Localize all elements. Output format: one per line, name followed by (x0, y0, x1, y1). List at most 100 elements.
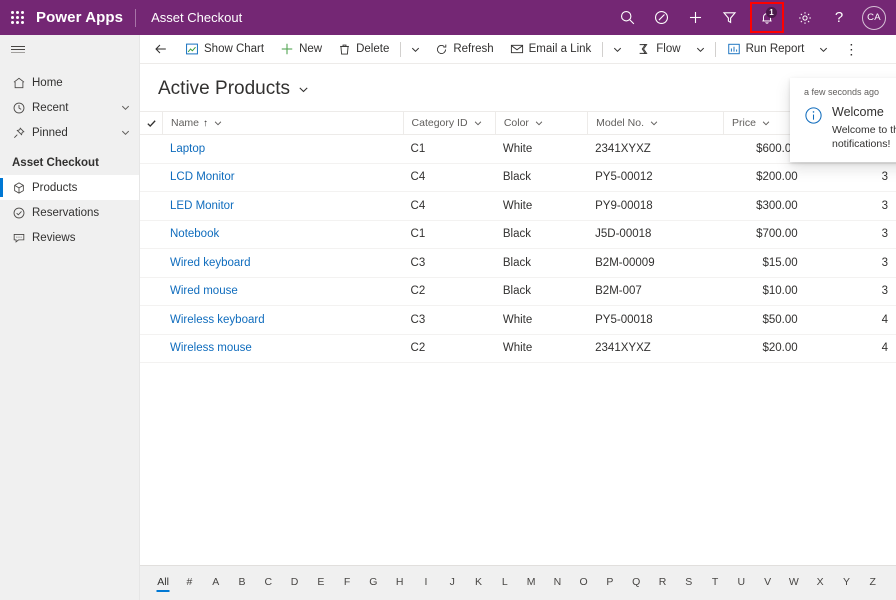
cell-price: $200.00 (756, 171, 798, 184)
table-row[interactable]: LED Monitor C4 White PY9-00018 $300.00 3 (140, 192, 896, 221)
cell-name[interactable]: LED Monitor (162, 200, 403, 212)
flow-overflow-chevron[interactable] (689, 35, 712, 63)
run-report-button[interactable]: Run Report (719, 35, 813, 63)
column-header-category-id[interactable]: Category ID (402, 112, 495, 134)
table-row[interactable]: Wireless keyboard C3 White PY5-00018 $50.00 4 (140, 306, 896, 335)
more-commands-icon[interactable]: ⋮ (835, 35, 867, 63)
search-icon[interactable] (610, 0, 644, 35)
cell-name[interactable]: Notebook (162, 228, 403, 240)
email-overflow-chevron[interactable] (606, 35, 629, 63)
chevron-down-icon[interactable] (213, 118, 223, 128)
email-a-link-button[interactable]: Email a Link (502, 35, 600, 63)
alpha-filter-q[interactable]: Q (623, 575, 649, 592)
column-label: Name (171, 117, 200, 129)
chevron-down-icon[interactable] (649, 118, 659, 128)
alpha-filter-f[interactable]: F (334, 575, 360, 592)
alpha-filter-v[interactable]: V (754, 575, 780, 592)
column-header-model-no[interactable]: Model No. (587, 112, 723, 134)
alpha-filter-a[interactable]: A (203, 575, 229, 592)
notification-badge: 1 (766, 7, 777, 18)
alpha-filter-w[interactable]: W (781, 575, 807, 592)
assistant-icon[interactable] (644, 0, 678, 35)
chevron-down-icon[interactable] (473, 118, 483, 128)
alpha-filter-y[interactable]: Y (833, 575, 859, 592)
page-title[interactable]: Active Products (140, 64, 896, 111)
chevron-down-icon[interactable] (297, 83, 310, 96)
alpha-filter-r[interactable]: R (649, 575, 675, 592)
alpha-filter-j[interactable]: J (439, 575, 465, 592)
alpha-filter-p[interactable]: P (597, 575, 623, 592)
command-label: Flow (656, 43, 681, 55)
refresh-button[interactable]: Refresh (427, 35, 501, 63)
alpha-filter-n[interactable]: N (544, 575, 570, 592)
sidebar-item-recent[interactable]: Recent (0, 95, 139, 120)
select-all-checkbox[interactable] (140, 112, 162, 134)
column-header-name[interactable]: Name ↑ (162, 112, 403, 134)
alpha-filter-g[interactable]: G (360, 575, 386, 592)
brand-title[interactable]: Power Apps (34, 9, 135, 26)
table-row[interactable]: LCD Monitor C4 Black PY5-00012 $200.00 3 (140, 164, 896, 192)
run-report-chevron[interactable] (812, 35, 835, 63)
alpha-filter-i[interactable]: I (413, 575, 439, 592)
alpha-filter-t[interactable]: T (702, 575, 728, 592)
cell-model-no: PY9-00018 (595, 199, 653, 212)
alpha-filter-h[interactable]: H (387, 575, 413, 592)
column-header-color[interactable]: Color (494, 112, 587, 134)
sidebar-item-reviews[interactable]: Reviews (0, 225, 139, 250)
table-row[interactable]: LaptopC1White2341XYXZ$600.003 (140, 135, 896, 164)
alpha-filter-hash[interactable]: # (176, 575, 202, 592)
back-button[interactable] (144, 35, 177, 63)
app-launcher-icon[interactable] (0, 0, 34, 35)
cell-name[interactable]: Laptop (162, 143, 403, 155)
gear-icon[interactable] (788, 0, 822, 35)
delete-overflow-chevron[interactable] (404, 35, 427, 63)
alpha-filter-x[interactable]: X (807, 575, 833, 592)
command-label: Run Report (745, 43, 805, 55)
notification-body: Welcome Welcome to the world of app noti… (790, 99, 896, 151)
alpha-filter-z[interactable]: Z (860, 575, 886, 592)
avatar[interactable]: CA (862, 5, 886, 30)
chevron-down-icon[interactable] (120, 127, 131, 138)
alpha-filter-all[interactable]: All (150, 575, 176, 592)
chevron-down-icon[interactable] (761, 118, 771, 128)
cell-price: $15.00 (762, 256, 798, 269)
filter-icon[interactable] (712, 0, 746, 35)
new-button[interactable]: New (272, 35, 330, 63)
alpha-filter-k[interactable]: K (465, 575, 491, 592)
sidebar-item-products[interactable]: Products (0, 175, 139, 200)
cell-name[interactable]: Wireless mouse (162, 342, 403, 354)
cell-name[interactable]: Wired mouse (162, 285, 403, 297)
cell-name[interactable]: Wired keyboard (162, 257, 403, 269)
alpha-filter-m[interactable]: M (518, 575, 544, 592)
table-row[interactable]: Wireless mouse C2 White 2341XYXZ $20.00 4 (140, 335, 896, 363)
notifications-icon[interactable]: 1 (750, 2, 784, 33)
alpha-filter-c[interactable]: C (255, 575, 281, 592)
sidebar-item-label: Pinned (32, 126, 68, 139)
flow-button[interactable]: Flow (629, 35, 688, 63)
alpha-filter-u[interactable]: U (728, 575, 754, 592)
hamburger-icon[interactable] (0, 35, 139, 64)
show-chart-button[interactable]: Show Chart (177, 35, 272, 63)
alpha-filter-b[interactable]: B (229, 575, 255, 592)
cell-name[interactable]: LCD Monitor (162, 171, 403, 183)
help-icon[interactable]: ? (822, 0, 856, 35)
table-row[interactable]: Notebook C1 Black J5D-00018 $700.00 3 (140, 221, 896, 249)
alpha-filter-s[interactable]: S (676, 575, 702, 592)
cell-name[interactable]: Wireless keyboard (162, 314, 403, 326)
alpha-filter-l[interactable]: L (492, 575, 518, 592)
chevron-down-icon[interactable] (120, 102, 131, 113)
alpha-filter-e[interactable]: E (308, 575, 334, 592)
sidebar-item-home[interactable]: Home (0, 70, 139, 95)
sidebar-item-pinned[interactable]: Pinned (0, 120, 139, 145)
plus-icon[interactable] (678, 0, 712, 35)
table-row[interactable]: Wired mouse C2 Black B2M-007 $10.00 3 (140, 278, 896, 306)
chevron-down-icon[interactable] (534, 118, 544, 128)
app-name[interactable]: Asset Checkout (136, 10, 242, 25)
pin-icon (12, 126, 32, 140)
table-row[interactable]: Wired keyboard C3 Black B2M-00009 $15.00 3 (140, 249, 896, 278)
main-content: Show Chart New Delete Refresh Email a Li… (140, 35, 896, 600)
alpha-filter-o[interactable]: O (571, 575, 597, 592)
sidebar-item-reservations[interactable]: Reservations (0, 200, 139, 225)
alpha-filter-d[interactable]: D (281, 575, 307, 592)
delete-button[interactable]: Delete (330, 35, 397, 63)
